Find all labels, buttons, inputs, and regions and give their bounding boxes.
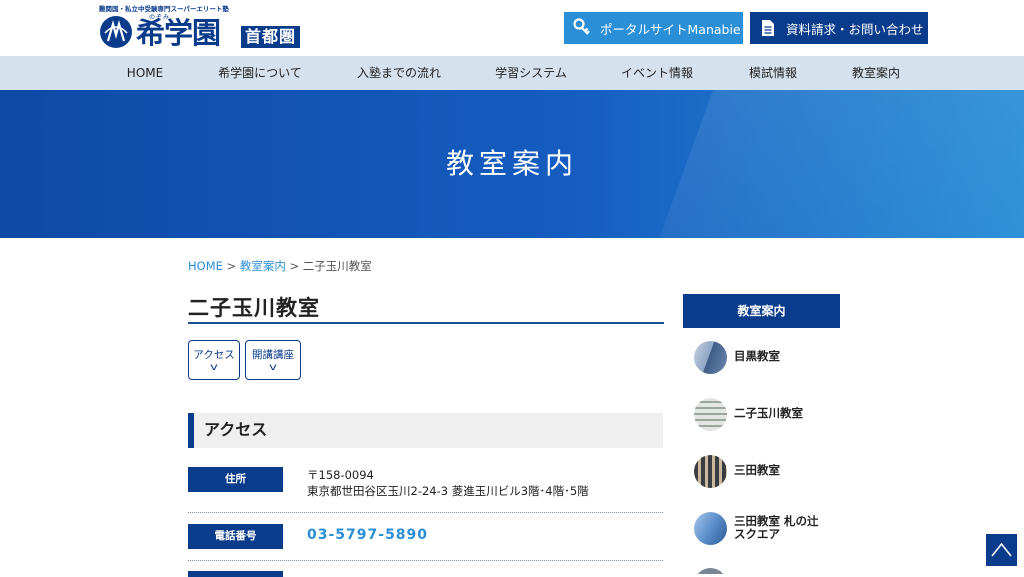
next-row-label [188,571,283,577]
sidebar-item-label: 二子玉川教室 [734,406,803,420]
breadcrumb-home-link[interactable]: HOME [188,259,223,273]
classroom-photo [694,398,727,431]
logo-text: 希学園 [136,16,221,50]
classroom-photo [694,512,727,545]
chevron-down-icon: v [269,362,277,373]
sidebar-item-next[interactable] [694,568,854,574]
chevron-down-icon: v [210,362,218,373]
hero-title: 教室案内 [445,147,578,180]
anchor-access-label: アクセス [193,349,235,361]
breadcrumb: HOME > 教室案内 > 二子玉川教室 [188,258,372,274]
phone-label: 電話番号 [188,524,283,549]
site-header: 難関国・私立中受験専門スーパーエリート塾 のぞみ 希学園 首都圏 ポータルサイト… [0,0,1024,56]
sidebar-item-label-cont: スクエア [734,527,780,541]
address-label: 住所 [188,467,283,492]
portal-site-label: ポータルサイトManabie [600,21,741,37]
sidebar-item-mita-fudanotsuji[interactable]: 三田教室 札の辻 スクエア [694,512,854,546]
site-logo[interactable]: 難関国・私立中受験専門スーパーエリート塾 のぞみ 希学園 首都圏 [99,3,314,53]
sidebar-title: 教室案内 [683,294,840,328]
postal-code: 〒158-0094 [307,468,374,482]
request-info-label: 資料請求・お問い合わせ [786,21,924,37]
nav-item-enrollment-flow[interactable]: 入塾までの流れ [357,56,441,90]
sidebar-item-label: 三田教室 [734,463,780,477]
phone-number[interactable]: 03-5797-5890 [307,527,428,543]
nav-item-mock-exams[interactable]: 模試情報 [749,56,797,90]
classroom-photo [694,568,727,574]
global-nav: HOME 希学園について 入塾までの流れ 学習システム イベント情報 模試情報 … [0,56,1024,90]
page-title: 二子玉川教室 [188,292,664,324]
sidebar-item-mita[interactable]: 三田教室 [694,455,854,489]
address-row: 住所 〒158-0094 東京都世田谷区玉川2-24-3 菱進玉川ビル3階･4階… [188,460,663,513]
region-badge: 首都圏 [241,26,301,48]
sidebar-item-meguro[interactable]: 目黒教室 [694,341,854,375]
anchor-courses-label: 開講講座 [252,349,294,361]
chevron-up-icon [991,542,1012,557]
nav-item-home[interactable]: HOME [127,56,163,90]
classroom-photo [694,455,727,488]
classroom-photo [694,341,727,374]
address-text: 東京都世田谷区玉川2-24-3 菱進玉川ビル3階･4階･5階 [307,484,589,498]
portal-site-button[interactable]: ポータルサイトManabie [564,12,743,44]
nav-item-events[interactable]: イベント情報 [621,56,693,90]
sidebar-item-futakotamagawa[interactable]: 二子玉川教室 [694,398,854,432]
anchor-access-button[interactable]: アクセス v [188,340,240,380]
breadcrumb-separator: > [289,259,300,273]
breadcrumb-separator: > [226,259,237,273]
breadcrumb-current: 二子玉川教室 [302,259,372,273]
request-info-button[interactable]: 資料請求・お問い合わせ [750,12,928,44]
back-to-top-button[interactable] [986,534,1017,566]
nav-item-about[interactable]: 希学園について [218,56,302,90]
hero-banner: 教室案内 [0,90,1024,238]
phone-row: 電話番号 03-5797-5890 [188,513,663,561]
logo-emblem-icon [100,16,132,48]
section-heading-access: アクセス [188,413,663,448]
anchor-courses-button[interactable]: 開講講座 v [245,340,301,380]
nav-item-classrooms[interactable]: 教室案内 [852,56,900,90]
sidebar-item-label: 目黒教室 [734,349,780,363]
nav-item-learning-system[interactable]: 学習システム [495,56,567,90]
breadcrumb-parent-link[interactable]: 教室案内 [240,259,286,273]
key-icon [564,12,600,44]
document-icon [750,12,786,44]
